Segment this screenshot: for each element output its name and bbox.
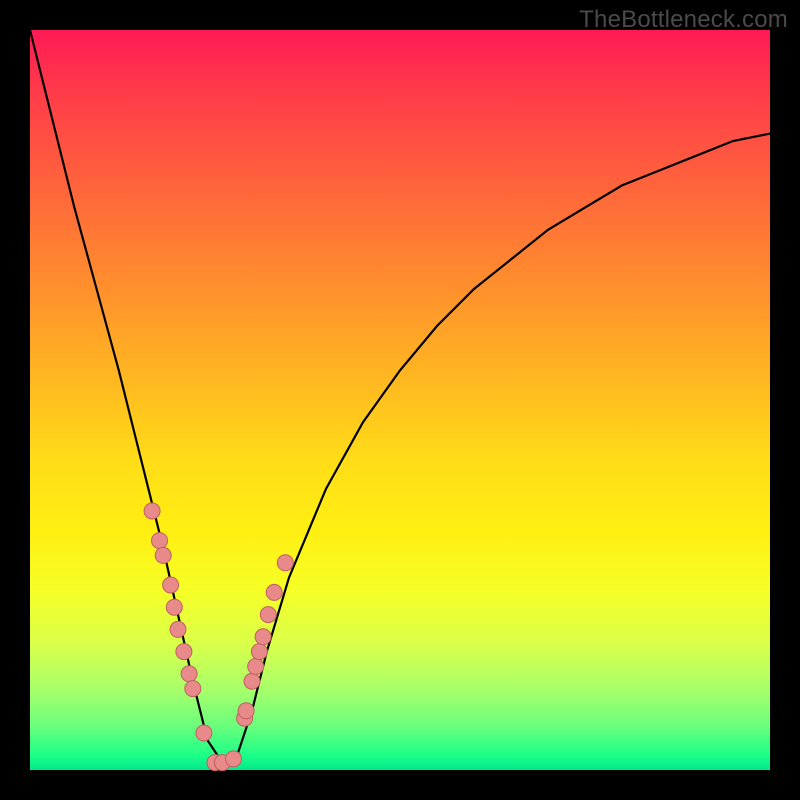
watermark-label: TheBottleneck.com — [579, 6, 788, 34]
measured-dot — [152, 533, 168, 549]
measured-dot — [185, 681, 201, 697]
plot-area — [30, 30, 770, 770]
measured-dot — [163, 577, 179, 593]
bottleneck-curve — [30, 30, 770, 763]
measured-dot — [196, 725, 212, 741]
measured-dot — [226, 751, 242, 767]
measured-dot — [277, 555, 293, 571]
chart-frame: TheBottleneck.com — [0, 0, 800, 800]
curve-svg — [30, 30, 770, 770]
measured-dot — [166, 599, 182, 615]
measured-dots-group — [144, 503, 293, 771]
measured-dot — [144, 503, 160, 519]
measured-dot — [266, 584, 282, 600]
measured-dot — [181, 666, 197, 682]
measured-dot — [238, 703, 254, 719]
measured-dot — [155, 547, 171, 563]
measured-dot — [244, 673, 260, 689]
measured-dot — [251, 644, 267, 660]
measured-dot — [170, 621, 186, 637]
measured-dot — [176, 644, 192, 660]
measured-dot — [260, 607, 276, 623]
measured-dot — [248, 658, 264, 674]
measured-dot — [255, 629, 271, 645]
